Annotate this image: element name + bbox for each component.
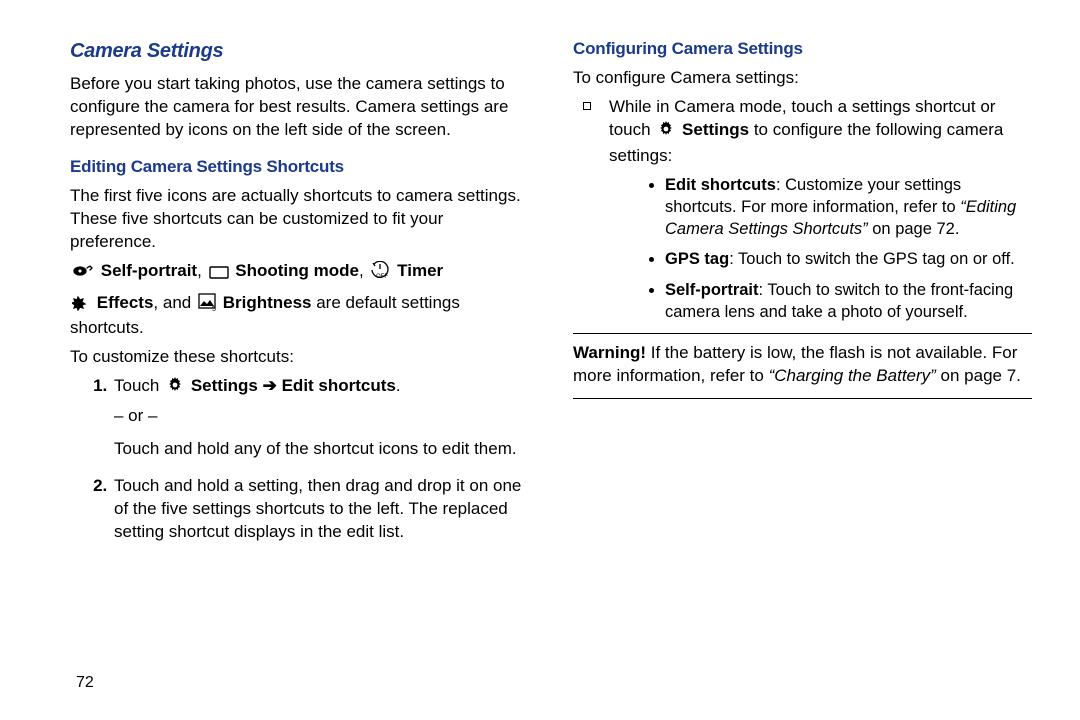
b2-lead: GPS tag xyxy=(665,250,729,268)
step-2: Touch and hold a setting, then drag and … xyxy=(112,475,529,544)
step1-settings: Settings xyxy=(191,376,258,395)
b3-lead: Self-portrait xyxy=(665,281,759,299)
customize-intro: To customize these shortcuts: xyxy=(70,346,529,369)
sq1-settings: Settings xyxy=(682,120,749,139)
page-number: 72 xyxy=(76,672,94,694)
warning-block: Warning! If the battery is low, the flas… xyxy=(573,342,1032,388)
bullet-edit-shortcuts: Edit shortcuts: Customize your settings … xyxy=(665,174,1032,241)
step1-or: – or – xyxy=(114,405,529,428)
step1-touch: Touch xyxy=(114,376,164,395)
gear-icon xyxy=(166,376,184,401)
default-shortcuts-line-2: Effects, and 5 Brightness are default se… xyxy=(70,292,529,341)
effects-icon xyxy=(72,293,90,318)
step1-period: . xyxy=(396,376,401,395)
configure-intro: To configure Camera settings: xyxy=(573,67,1032,90)
bullet-gps-tag: GPS tag: Touch to switch the GPS tag on … xyxy=(665,248,1032,270)
divider xyxy=(573,398,1032,399)
shooting-mode-icon xyxy=(209,263,229,286)
effects-label: Effects xyxy=(97,293,154,312)
warning-ref: “Charging the Battery” xyxy=(769,366,936,385)
self-portrait-icon xyxy=(72,263,94,286)
subheading-configuring: Configuring Camera Settings xyxy=(573,38,1032,61)
step1-alt: Touch and hold any of the shortcut icons… xyxy=(114,438,529,461)
gear-icon xyxy=(657,120,675,145)
self-portrait-label: Self-portrait xyxy=(101,261,197,280)
and-text: , and xyxy=(153,293,191,312)
warning-body: Warning! If the battery is low, the flas… xyxy=(573,342,1032,388)
step-1: Touch Settings ➔ Edit shortcuts. – or – … xyxy=(112,375,529,461)
warning-lead: Warning! xyxy=(573,343,646,362)
left-column: Camera Settings Before you start taking … xyxy=(70,38,529,720)
svg-text:OFF: OFF xyxy=(376,274,388,279)
warning-text-b: on page 7. xyxy=(936,366,1021,385)
square-item-1: While in Camera mode, touch a settings s… xyxy=(603,96,1032,323)
b1-lead: Edit shortcuts xyxy=(665,176,776,194)
brightness-icon: 5 xyxy=(198,293,216,318)
shooting-mode-label: Shooting mode xyxy=(235,261,359,280)
square-bullet-list: While in Camera mode, touch a settings s… xyxy=(573,96,1032,323)
brightness-label: Brightness xyxy=(223,293,312,312)
svg-text:5: 5 xyxy=(212,306,216,311)
section-title: Camera Settings xyxy=(70,38,529,65)
steps-list: Touch Settings ➔ Edit shortcuts. – or – … xyxy=(70,375,529,544)
manual-page: Camera Settings Before you start taking … xyxy=(0,0,1080,720)
sub-bullets: Edit shortcuts: Customize your settings … xyxy=(609,174,1032,324)
b1-tail: on page 72. xyxy=(868,220,960,238)
divider xyxy=(573,333,1032,334)
subheading-editing-shortcuts: Editing Camera Settings Shortcuts xyxy=(70,156,529,179)
timer-label: Timer xyxy=(397,261,443,280)
step1-arrow: ➔ xyxy=(258,376,282,395)
timer-icon: OFF xyxy=(370,261,390,286)
bullet-self-portrait: Self-portrait: Touch to switch to the fr… xyxy=(665,279,1032,324)
default-shortcuts-line: Self-portrait, Shooting mode, OFF Timer xyxy=(70,260,529,286)
intro-paragraph: Before you start taking photos, use the … xyxy=(70,73,529,142)
shortcuts-explanation: The first five icons are actually shortc… xyxy=(70,185,529,254)
right-column: Configuring Camera Settings To configure… xyxy=(573,38,1032,720)
step1-edit: Edit shortcuts xyxy=(282,376,396,395)
b2-body: : Touch to switch the GPS tag on or off. xyxy=(729,250,1015,268)
